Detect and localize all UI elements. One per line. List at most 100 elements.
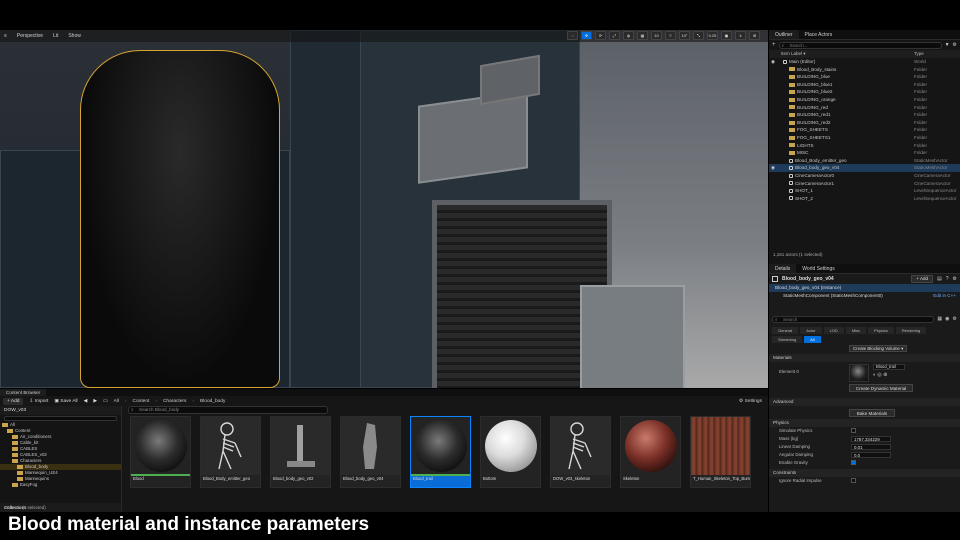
property-number-field[interactable]: 0.01: [851, 444, 891, 450]
maximize-viewport-icon[interactable]: ⊞: [749, 31, 760, 40]
world-local-toggle[interactable]: ◍: [623, 31, 634, 40]
component-instance[interactable]: Blood_body_geo_v04 (Instance): [769, 284, 960, 292]
tab-all[interactable]: All: [804, 336, 821, 343]
details-options-icon[interactable]: ⚙: [953, 316, 957, 322]
asset-tile[interactable]: Blood_body_geo_v04: [340, 416, 401, 488]
select-tool[interactable]: ◌: [567, 31, 578, 40]
menu-icon[interactable]: ≡: [4, 33, 7, 39]
material-browse-icons[interactable]: ◐ ◎ ⊕: [873, 372, 887, 378]
tab-place-actors[interactable]: Place Actors: [799, 30, 839, 39]
tab-misc[interactable]: Misc: [845, 327, 867, 334]
bake-materials-button[interactable]: Bake Materials: [849, 409, 895, 417]
section-physics[interactable]: Physics: [769, 419, 960, 427]
asset-search-input[interactable]: ⌕ Search Blood_body: [128, 406, 328, 414]
outliner-row[interactable]: FOG_SHEETS Folder: [769, 126, 960, 134]
outliner-row[interactable]: BUILDING_red1 Folder: [769, 111, 960, 119]
show-button[interactable]: Show: [68, 33, 81, 39]
visibility-eye-icon[interactable]: [769, 180, 777, 188]
outliner-row[interactable]: ◉ Main (Editor) World: [769, 58, 960, 66]
visibility-eye-icon[interactable]: [769, 96, 777, 104]
add-component-button[interactable]: + Add: [911, 275, 933, 283]
blueprint-icon[interactable]: ▤: [937, 276, 942, 282]
outliner-row[interactable]: CineCameraActor0 CineCameraActor: [769, 172, 960, 180]
tab-rendering[interactable]: Rendering: [895, 327, 927, 334]
import-button[interactable]: ⇩ Import: [29, 399, 48, 404]
camera-speed-icon[interactable]: ▣: [721, 31, 732, 40]
asset-tile[interactable]: Blood_trail: [410, 416, 471, 488]
outliner-row[interactable]: BUILDING_blue1 Folder: [769, 81, 960, 89]
property-number-field[interactable]: 0.0: [851, 452, 891, 458]
scale-snap-value[interactable]: 0.25: [707, 31, 718, 40]
level-viewport[interactable]: ≡ Perspective Lit Show ◌ ✥ ⟳ ⤢ ◍ ▦ 10 ≡ …: [0, 30, 768, 388]
asset-tile[interactable]: Blood: [130, 416, 191, 488]
breadcrumb-blood-body[interactable]: Blood_body: [200, 399, 225, 404]
outliner-row[interactable]: ◉ Blood_body_geo_v04 StaticMeshActor: [769, 164, 960, 172]
eye-icon[interactable]: ◉: [945, 316, 949, 322]
camera-speed-value[interactable]: 4: [735, 31, 746, 40]
outliner-row[interactable]: BUILDING_blue Folder: [769, 73, 960, 81]
section-materials[interactable]: Materials: [769, 354, 960, 362]
material-picker[interactable]: Blood_trail: [873, 364, 905, 370]
outliner-row[interactable]: BUILDING_red Folder: [769, 104, 960, 112]
visibility-eye-icon[interactable]: [769, 134, 777, 142]
scale-tool[interactable]: ⤢: [609, 31, 620, 40]
scale-snap-toggle[interactable]: ⤡: [693, 31, 704, 40]
asset-tile[interactable]: DOW_v03_skeleton: [550, 416, 611, 488]
visibility-eye-icon[interactable]: [769, 111, 777, 119]
move-tool[interactable]: ✥: [581, 31, 592, 40]
outliner-row[interactable]: SHOT_1 LevelSequenceActor: [769, 187, 960, 195]
tab-outliner[interactable]: Outliner: [769, 30, 799, 39]
rotation-snap-toggle[interactable]: ≡: [665, 31, 676, 40]
breadcrumb-content[interactable]: Content: [133, 399, 150, 404]
settings-icon[interactable]: ⚙: [953, 42, 957, 48]
tab-content-browser[interactable]: Content Browser: [0, 389, 47, 396]
visibility-eye-icon[interactable]: [769, 187, 777, 195]
tab-world-settings[interactable]: World Settings: [796, 264, 840, 273]
visibility-eye-icon[interactable]: [769, 149, 777, 157]
outliner-row[interactable]: SHOT_2 LevelSequenceActor: [769, 195, 960, 203]
visibility-eye-icon[interactable]: [769, 195, 777, 203]
breadcrumb-all[interactable]: All: [114, 399, 119, 404]
visibility-eye-icon[interactable]: [769, 172, 777, 180]
details-search-input[interactable]: ⌕ Search: [772, 315, 935, 323]
rotate-tool[interactable]: ⟳: [595, 31, 606, 40]
lit-button[interactable]: Lit: [53, 33, 58, 39]
visibility-eye-icon[interactable]: [769, 88, 777, 96]
asset-tile[interactable]: Blood_body_geo_v02: [270, 416, 331, 488]
visibility-eye-icon[interactable]: [769, 126, 777, 134]
visibility-eye-icon[interactable]: ◉: [769, 58, 777, 66]
tab-details[interactable]: Details: [769, 264, 797, 273]
visibility-eye-icon[interactable]: [769, 157, 777, 165]
outliner-row[interactable]: MISC Folder: [769, 149, 960, 157]
visibility-eye-icon[interactable]: [769, 66, 777, 74]
section-constraints[interactable]: Constraints: [769, 469, 960, 477]
property-checkbox[interactable]: [851, 460, 856, 466]
tab-general[interactable]: General: [772, 327, 799, 334]
column-item-label[interactable]: Item Label ▾: [781, 50, 914, 58]
column-type[interactable]: Type: [914, 50, 960, 58]
outliner-row[interactable]: LIGHTS Folder: [769, 142, 960, 150]
outliner-row[interactable]: Blood_Body_emitter_geo StaticMeshActor: [769, 157, 960, 165]
grid-view-icon[interactable]: ▦: [937, 316, 942, 322]
selected-blood-body-mesh[interactable]: [80, 50, 280, 388]
folder-tree-item[interactable]: EasyFog: [0, 482, 121, 488]
visibility-eye-icon[interactable]: ◉: [769, 164, 777, 172]
rotation-snap-value[interactable]: 10°: [679, 31, 690, 40]
visibility-eye-icon[interactable]: [769, 73, 777, 81]
breadcrumb-characters[interactable]: Characters: [163, 399, 186, 404]
visibility-eye-icon[interactable]: [769, 104, 777, 112]
add-icon[interactable]: +: [772, 42, 776, 48]
project-root[interactable]: DOW_v03: [0, 406, 121, 415]
folder-search-input[interactable]: [4, 416, 117, 421]
grid-snap-toggle[interactable]: ▦: [637, 31, 648, 40]
cb-settings-button[interactable]: ⚙ Settings: [739, 399, 762, 404]
outliner-row[interactable]: BUILDING_red2 Folder: [769, 119, 960, 127]
filter-icon[interactable]: ▼: [945, 42, 950, 48]
material-thumbnail[interactable]: [849, 364, 869, 382]
property-checkbox[interactable]: [851, 428, 856, 434]
outliner-row[interactable]: Blood_Body_stains Folder: [769, 66, 960, 74]
visibility-eye-icon[interactable]: [769, 119, 777, 127]
ignore-radial-impulse-checkbox[interactable]: [851, 478, 856, 484]
tab-lod[interactable]: LOD: [823, 327, 844, 334]
perspective-button[interactable]: Perspective: [17, 33, 43, 39]
